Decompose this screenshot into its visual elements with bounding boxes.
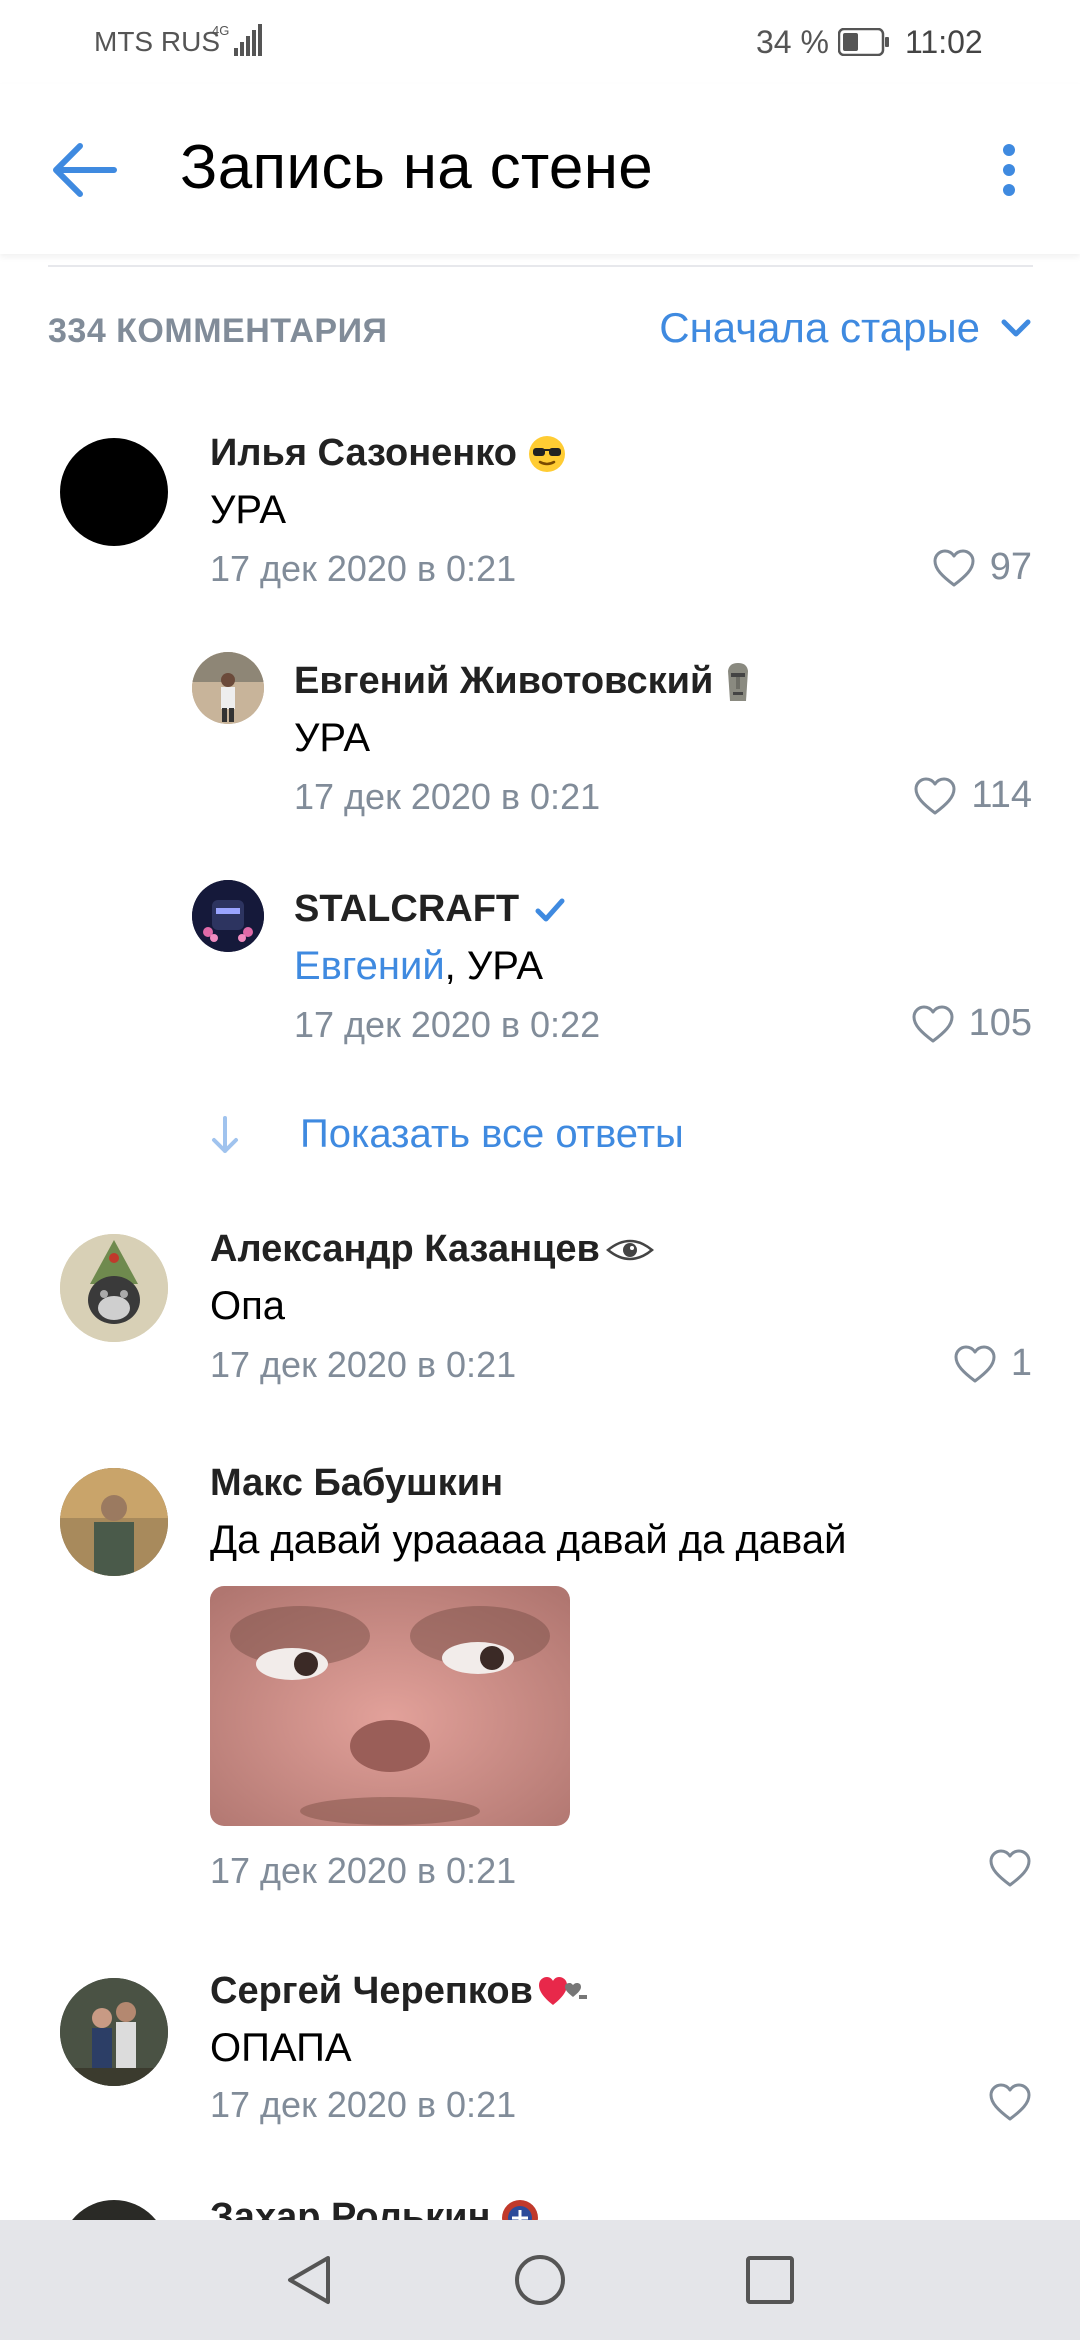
status-bar: MTS RUS 4G 34 % 11:02 bbox=[0, 0, 1080, 84]
author-name: Евгений Животовский bbox=[294, 660, 714, 702]
more-vertical-icon[interactable] bbox=[984, 140, 1034, 200]
author-name: Александр Казанцев bbox=[210, 1228, 600, 1270]
carrier-name: MTS RUS bbox=[94, 26, 220, 57]
avatar[interactable] bbox=[60, 1978, 168, 2086]
heart-icon bbox=[989, 2083, 1031, 2121]
app-header: Запись на стене bbox=[0, 84, 1080, 254]
page-title: Запись на стене bbox=[180, 133, 654, 202]
comment-author[interactable]: Сергей Черепков bbox=[210, 1970, 589, 2013]
moai-emoji-icon bbox=[728, 662, 749, 701]
signal-icon: 4G bbox=[212, 23, 262, 56]
avatar[interactable] bbox=[60, 1234, 168, 1342]
nav-back-icon[interactable] bbox=[280, 2250, 340, 2310]
heart-icon bbox=[933, 549, 975, 586]
couple-photo bbox=[60, 1978, 168, 2086]
avatar[interactable] bbox=[60, 1468, 168, 1576]
battery-percent: 34 % bbox=[756, 24, 829, 60]
comment-text: УРА bbox=[210, 488, 287, 532]
heart-icon bbox=[912, 1005, 954, 1042]
comment-count: 334 КОММЕНТАРИЯ bbox=[48, 312, 388, 350]
show-all-replies-button[interactable]: Показать все ответы bbox=[210, 1112, 684, 1157]
heart-icon bbox=[914, 777, 956, 814]
like-button[interactable] bbox=[988, 2082, 1032, 2122]
sunglasses-emoji-icon bbox=[528, 435, 565, 472]
like-count: 97 bbox=[989, 546, 1032, 588]
comment-text: ОПАПА bbox=[210, 2026, 352, 2070]
nav-recents-icon[interactable] bbox=[740, 2250, 800, 2310]
heart-icon bbox=[989, 1849, 1031, 1887]
like-count: 105 bbox=[968, 1002, 1032, 1044]
comment-author[interactable]: Макс Бабушкин bbox=[210, 1462, 503, 1505]
like-button[interactable]: 105 bbox=[911, 1002, 1032, 1045]
comment-date: 17 дек 2020 в 0:21 bbox=[294, 776, 601, 817]
avatar[interactable] bbox=[60, 438, 168, 546]
stalcraft-logo bbox=[192, 880, 264, 952]
comment-text: УРА bbox=[294, 716, 371, 760]
person-photo bbox=[60, 1468, 168, 1576]
comment-text-body: , УРА bbox=[444, 944, 543, 988]
person-photo bbox=[192, 652, 264, 724]
author-name: Макс Бабушкин bbox=[210, 1462, 504, 1504]
mention-link[interactable]: Евгений bbox=[294, 944, 445, 988]
comment-text: Опа bbox=[210, 1284, 286, 1328]
show-all-replies-label: Показать все ответы bbox=[300, 1112, 684, 1156]
like-count: 1 bbox=[1010, 1342, 1032, 1384]
comment-date: 17 дек 2020 в 0:22 bbox=[294, 1004, 601, 1045]
sort-label: Сначала старые bbox=[659, 304, 980, 351]
comment-date: 17 дек 2020 в 0:21 bbox=[210, 2084, 517, 2125]
heart-emoji-icon bbox=[538, 1976, 587, 2005]
comment-author[interactable]: Александр Казанцев bbox=[210, 1228, 654, 1271]
sort-dropdown[interactable]: Сначала старые bbox=[659, 304, 1032, 352]
like-button[interactable]: 97 bbox=[932, 546, 1032, 589]
nav-home-icon[interactable] bbox=[510, 2250, 570, 2310]
author-name: STALCRAFT bbox=[294, 888, 520, 930]
like-button[interactable] bbox=[988, 1848, 1032, 1888]
arrow-down-icon bbox=[212, 1115, 238, 1153]
battery-icon bbox=[838, 28, 889, 56]
comment-author[interactable]: Илья Сазоненко bbox=[210, 432, 567, 475]
avatar[interactable] bbox=[192, 880, 264, 952]
clock: 11:02 bbox=[905, 24, 983, 60]
back-arrow-icon[interactable] bbox=[44, 138, 124, 202]
avatar[interactable] bbox=[192, 652, 264, 724]
comment-date: 17 дек 2020 в 0:21 bbox=[210, 1850, 517, 1891]
comment-date: 17 дек 2020 в 0:21 bbox=[210, 1344, 517, 1385]
eye-emoji-icon bbox=[605, 1239, 654, 1260]
svg-text:4G: 4G bbox=[212, 23, 229, 38]
system-nav-bar bbox=[0, 2220, 1080, 2340]
like-button[interactable]: 1 bbox=[953, 1342, 1032, 1385]
author-name: Илья Сазоненко bbox=[210, 432, 517, 474]
comment-author[interactable]: Евгений Животовский bbox=[294, 660, 753, 703]
comment-date: 17 дек 2020 в 0:21 bbox=[210, 548, 517, 589]
author-name: Сергей Черепков bbox=[210, 1970, 533, 2012]
chevron-down-icon bbox=[1001, 319, 1031, 337]
like-button[interactable]: 114 bbox=[913, 774, 1032, 817]
comment-text: Евгений, УРА bbox=[294, 944, 543, 989]
verified-check-icon bbox=[535, 898, 565, 921]
cat-photo bbox=[60, 1234, 168, 1342]
face-photo bbox=[210, 1586, 570, 1826]
comment-text: Да давай урааааа давай да давай bbox=[210, 1518, 847, 1562]
attached-photo[interactable] bbox=[210, 1586, 570, 1826]
comment-author[interactable]: STALCRAFT bbox=[294, 888, 567, 931]
divider bbox=[48, 265, 1033, 267]
like-count: 114 bbox=[971, 774, 1032, 816]
heart-icon bbox=[954, 1345, 996, 1382]
